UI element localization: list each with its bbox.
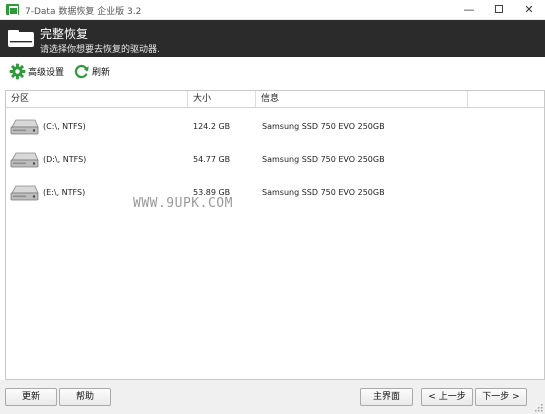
maximize-button[interactable] bbox=[484, 2, 514, 18]
drive-table: 分区 大小 信息 (C:\, NTFS) 124.2 GB Samsung SS… bbox=[5, 90, 545, 380]
watermark-text: WWW.9UPK.COM bbox=[133, 196, 233, 211]
title-bar: 7-Data 数据恢复 企业版 3.2 — ✕ bbox=[0, 0, 545, 20]
hard-drive-icon bbox=[10, 119, 39, 135]
main-screen-button[interactable]: 主界面 bbox=[360, 388, 413, 406]
footer-bar: 更新 帮助 主界面 < 上一步 下一步 > bbox=[0, 380, 545, 414]
page-title: 完整恢复 bbox=[40, 27, 89, 41]
table-row[interactable]: (E:\, NTFS) 53.89 GB Samsung SSD 750 EVO… bbox=[6, 179, 544, 207]
table-header: 分区 大小 信息 bbox=[6, 91, 544, 108]
advanced-settings-label: 高级设置 bbox=[28, 67, 65, 78]
previous-step-button[interactable]: < 上一步 bbox=[421, 388, 473, 406]
column-header-info[interactable]: 信息 bbox=[256, 91, 468, 107]
hard-drive-icon bbox=[10, 185, 39, 201]
size-cell: 54.77 GB bbox=[193, 155, 231, 164]
page-header: 完整恢复 请选择你想要去恢复的驱动器. bbox=[0, 20, 545, 57]
table-row[interactable]: (C:\, NTFS) 124.2 GB Samsung SSD 750 EVO… bbox=[6, 113, 544, 141]
refresh-button[interactable]: 刷新 bbox=[73, 62, 110, 80]
next-step-button[interactable]: 下一步 > bbox=[475, 388, 527, 406]
partition-label: (E:\, NTFS) bbox=[43, 188, 86, 197]
partition-cell: (C:\, NTFS) bbox=[9, 113, 187, 141]
resize-grip-icon[interactable] bbox=[535, 404, 543, 412]
info-cell: Samsung SSD 750 EVO 250GB bbox=[262, 122, 385, 131]
partition-cell: (D:\, NTFS) bbox=[9, 146, 187, 174]
column-header-size[interactable]: 大小 bbox=[188, 91, 256, 107]
app-logo-icon bbox=[6, 4, 19, 15]
advanced-settings-button[interactable]: 高级设置 bbox=[9, 62, 64, 80]
info-cell: Samsung SSD 750 EVO 250GB bbox=[262, 188, 385, 197]
drive-icon bbox=[8, 30, 34, 47]
size-cell: 124.2 GB bbox=[193, 122, 231, 131]
toolbar: 高级设置 刷新 bbox=[0, 57, 545, 85]
window-title: 7-Data 数据恢复 企业版 3.2 bbox=[25, 7, 142, 17]
partition-label: (C:\, NTFS) bbox=[43, 122, 86, 131]
page-subtitle: 请选择你想要去恢复的驱动器. bbox=[40, 45, 160, 55]
info-cell: Samsung SSD 750 EVO 250GB bbox=[262, 155, 385, 164]
partition-label: (D:\, NTFS) bbox=[43, 155, 87, 164]
help-button[interactable]: 帮助 bbox=[59, 388, 111, 406]
gear-icon bbox=[9, 63, 26, 79]
refresh-icon bbox=[74, 64, 89, 78]
table-row[interactable]: (D:\, NTFS) 54.77 GB Samsung SSD 750 EVO… bbox=[6, 146, 544, 174]
close-button[interactable]: ✕ bbox=[514, 2, 544, 18]
maximize-icon bbox=[495, 5, 503, 13]
column-header-partition[interactable]: 分区 bbox=[6, 91, 188, 107]
minimize-button[interactable]: — bbox=[454, 2, 484, 18]
hard-drive-icon bbox=[10, 152, 39, 168]
update-button[interactable]: 更新 bbox=[5, 388, 57, 406]
column-header-empty bbox=[468, 91, 544, 107]
refresh-label: 刷新 bbox=[92, 67, 111, 78]
